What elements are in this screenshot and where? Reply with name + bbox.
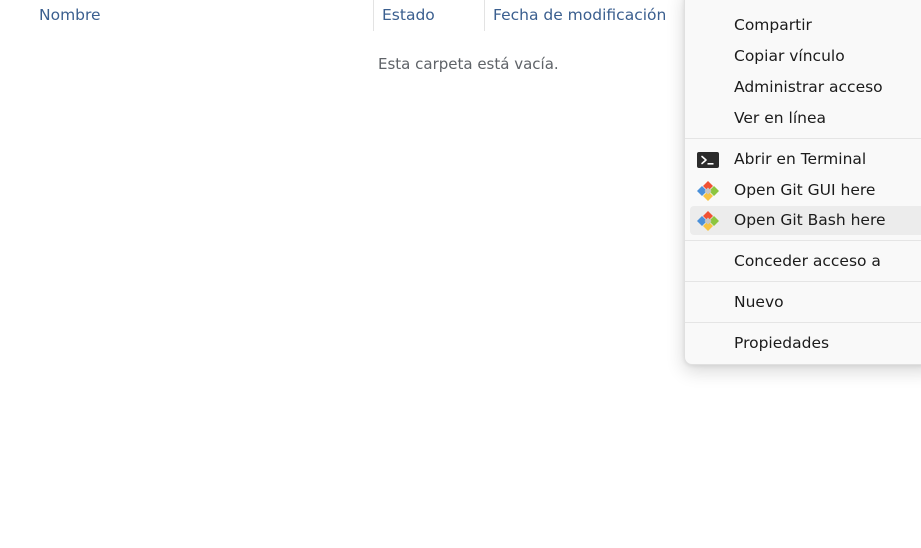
menu-item-label: Copiar vínculo xyxy=(734,47,845,65)
menu-item-open-git-gui[interactable]: Open Git GUI here xyxy=(690,176,921,205)
menu-item-label: Open Git GUI here xyxy=(734,181,876,199)
menu-item-administrar-acceso[interactable]: Administrar acceso xyxy=(690,73,921,102)
git-icon xyxy=(697,180,719,202)
menu-item-label: Abrir en Terminal xyxy=(734,150,867,168)
menu-separator xyxy=(685,281,921,282)
menu-separator xyxy=(685,240,921,241)
column-divider[interactable] xyxy=(373,0,374,31)
sort-indicator-icon: ^ xyxy=(195,0,205,8)
menu-item-label: Nuevo xyxy=(734,293,784,311)
column-header-modified[interactable]: Fecha de modificación xyxy=(493,3,666,27)
file-explorer-view: ^ Nombre Estado Fecha de modificación Es… xyxy=(0,0,921,548)
menu-item-label: Conceder acceso a xyxy=(734,252,881,270)
menu-item-label: Open Git Bash here xyxy=(734,211,886,229)
menu-item-label: Ver en línea xyxy=(734,109,826,127)
terminal-icon xyxy=(697,149,719,171)
menu-item-label: Propiedades xyxy=(734,334,830,352)
menu-item-copiar-vinculo[interactable]: Copiar vínculo xyxy=(690,42,921,71)
menu-item-abrir-en-terminal[interactable]: Abrir en Terminal xyxy=(690,145,921,174)
menu-item-propiedades[interactable]: Propiedades xyxy=(690,329,921,358)
menu-item-compartir[interactable]: Compartir xyxy=(690,11,921,40)
menu-item-label: Compartir xyxy=(734,16,812,34)
menu-item-open-git-bash[interactable]: Open Git Bash here xyxy=(690,206,921,235)
menu-item-label: Administrar acceso xyxy=(734,78,883,96)
git-icon xyxy=(697,210,719,232)
menu-item-ver-en-linea[interactable]: Ver en línea xyxy=(690,104,921,133)
menu-separator xyxy=(685,138,921,139)
menu-separator xyxy=(685,322,921,323)
menu-item-nuevo[interactable]: Nuevo xyxy=(690,288,921,317)
column-divider[interactable] xyxy=(484,0,485,31)
column-header-name[interactable]: Nombre xyxy=(39,3,101,27)
menu-item-conceder-acceso[interactable]: Conceder acceso a xyxy=(690,247,921,276)
empty-folder-message: Esta carpeta está vacía. xyxy=(378,55,559,73)
column-header-status[interactable]: Estado xyxy=(382,3,435,27)
